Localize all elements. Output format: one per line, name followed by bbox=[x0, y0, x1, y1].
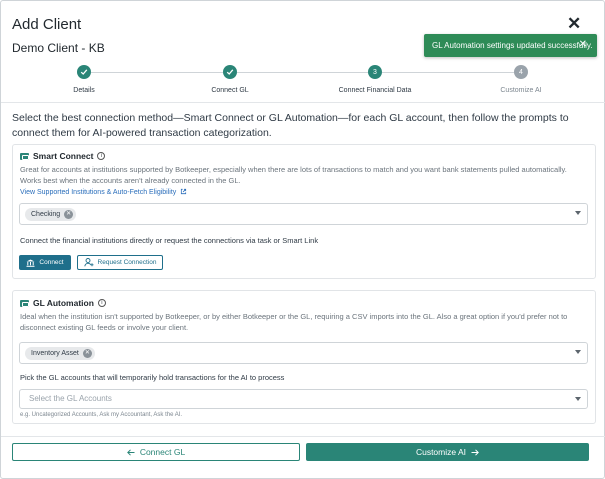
connect-prompt: Connect the financial institutions direc… bbox=[20, 236, 319, 245]
chevron-down-icon[interactable] bbox=[575, 211, 581, 215]
request-connection-button[interactable]: Request Connection bbox=[77, 255, 163, 270]
chip-remove-icon[interactable]: ✕ bbox=[82, 349, 92, 358]
step-connector bbox=[382, 72, 514, 73]
step-1-check-icon bbox=[77, 65, 91, 79]
toast-close-icon[interactable]: ✕ bbox=[579, 39, 587, 50]
card-icon bbox=[20, 299, 29, 307]
back-button-label: Connect GL bbox=[139, 447, 186, 457]
step-label-customize-ai: Customize AI bbox=[500, 87, 542, 94]
gl-automation-card: GL Automation i Ideal when the instituti… bbox=[12, 290, 596, 424]
supported-institutions-link[interactable]: View Supported Institutions & Auto-Fetch… bbox=[20, 188, 187, 196]
user-plus-icon bbox=[83, 258, 94, 267]
connect-button[interactable]: Connect bbox=[19, 255, 71, 270]
chevron-down-icon[interactable] bbox=[575, 350, 581, 354]
account-chip-label: Inventory Asset bbox=[31, 350, 79, 357]
account-chip: Checking ✕ bbox=[25, 208, 77, 221]
step-3-number: 3 bbox=[368, 65, 382, 79]
smart-connect-description: Great for accounts at institutions suppo… bbox=[20, 165, 567, 185]
gl-automation-description: Ideal when the institution isn't support… bbox=[20, 312, 568, 332]
intro-text: Select the best connection method—Smart … bbox=[12, 112, 569, 139]
step-label-connect-financial-data: Connect Financial Data bbox=[338, 87, 412, 94]
back-connect-gl-button[interactable]: Connect GL bbox=[12, 443, 300, 461]
client-name: Demo Client - KB bbox=[12, 41, 105, 55]
smart-connect-account-select[interactable]: Checking ✕ bbox=[19, 203, 588, 225]
add-client-modal: Add Client ✕ Demo Client - KB GL Automat… bbox=[0, 0, 605, 479]
info-icon[interactable]: i bbox=[97, 299, 106, 307]
next-button-label: Customize AI bbox=[415, 447, 467, 457]
step-label-details: Details bbox=[73, 87, 95, 94]
chip-remove-icon[interactable]: ✕ bbox=[64, 210, 74, 219]
info-icon[interactable]: i bbox=[97, 152, 106, 160]
footer-divider bbox=[1, 436, 605, 437]
smart-connect-title: Smart Connect bbox=[33, 151, 94, 161]
smart-connect-card: Smart Connect i Great for accounts at in… bbox=[12, 144, 596, 279]
hold-accounts-hint: e.g. Uncategorized Accounts, Ask my Acco… bbox=[20, 412, 183, 418]
hold-accounts-label: Pick the GL accounts that will temporari… bbox=[20, 373, 285, 382]
success-toast: GL Automation settings updated successfu… bbox=[424, 34, 597, 57]
hold-accounts-placeholder: Select the GL Accounts bbox=[29, 394, 112, 403]
connect-button-label: Connect bbox=[39, 259, 64, 266]
step-connector bbox=[91, 72, 223, 73]
gl-automation-title: GL Automation bbox=[33, 298, 94, 308]
external-link-icon bbox=[181, 188, 187, 195]
step-label-connect-gl: Connect GL bbox=[211, 87, 249, 94]
smart-connect-heading: Smart Connect i bbox=[20, 151, 106, 161]
step-connector bbox=[237, 72, 368, 73]
card-icon bbox=[20, 152, 29, 160]
toast-message: GL Automation settings updated successfu… bbox=[432, 41, 593, 50]
modal-title: Add Client bbox=[12, 16, 82, 33]
request-connection-label: Request Connection bbox=[97, 259, 157, 266]
divider bbox=[1, 102, 605, 103]
bank-icon bbox=[26, 259, 35, 267]
progress-stepper: 3 4 Details Connect GL Connect Financial… bbox=[1, 65, 605, 99]
account-chip-label: Checking bbox=[31, 211, 61, 218]
next-customize-ai-button[interactable]: Customize AI bbox=[306, 443, 589, 461]
arrow-right-icon bbox=[471, 448, 479, 456]
step-4-number: 4 bbox=[514, 65, 528, 79]
supported-institutions-link-label: View Supported Institutions & Auto-Fetch… bbox=[20, 189, 177, 196]
close-icon[interactable]: ✕ bbox=[567, 14, 581, 34]
gl-automation-account-select[interactable]: Inventory Asset ✕ bbox=[19, 342, 588, 364]
hold-accounts-select[interactable]: Select the GL Accounts bbox=[19, 389, 588, 409]
chevron-down-icon[interactable] bbox=[575, 397, 581, 401]
gl-automation-heading: GL Automation i bbox=[20, 298, 106, 308]
arrow-left-icon bbox=[126, 448, 135, 456]
step-2-check-icon bbox=[223, 65, 237, 79]
account-chip: Inventory Asset ✕ bbox=[25, 347, 95, 360]
